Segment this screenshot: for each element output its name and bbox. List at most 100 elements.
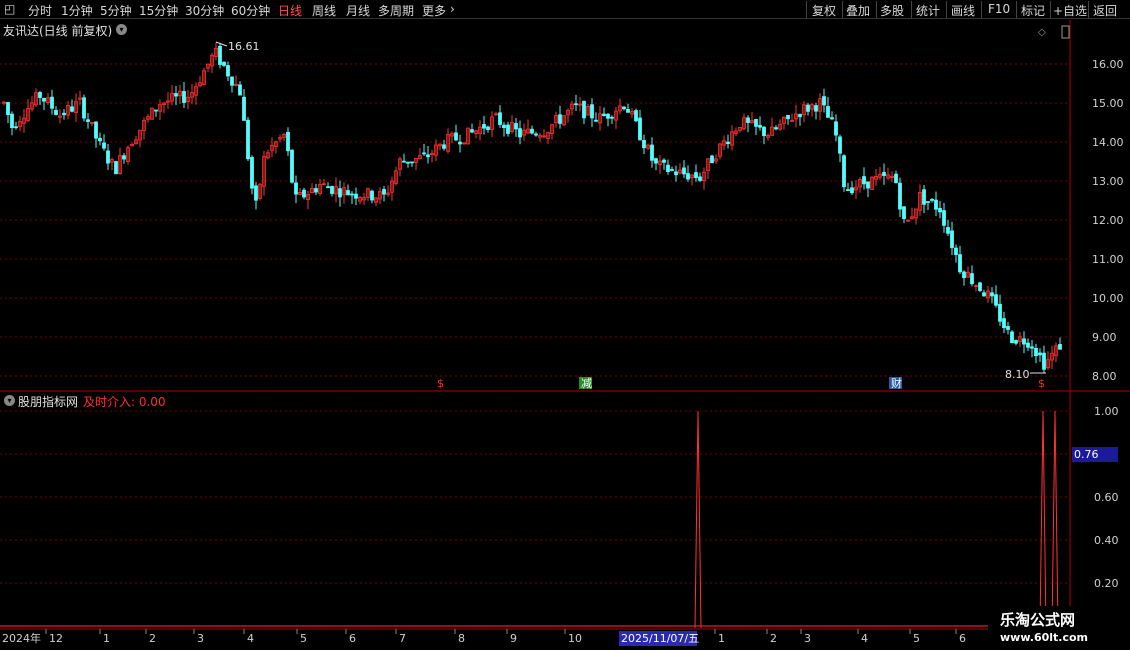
candle bbox=[554, 111, 558, 128]
candle bbox=[850, 181, 854, 195]
candle bbox=[926, 201, 930, 211]
candle bbox=[266, 149, 270, 160]
candle-body bbox=[246, 119, 250, 160]
candle bbox=[758, 116, 762, 131]
high-price-pointer bbox=[215, 41, 228, 47]
candle bbox=[234, 75, 238, 87]
candle bbox=[126, 145, 130, 165]
candle bbox=[1046, 351, 1050, 371]
candle bbox=[438, 143, 442, 151]
candle-body bbox=[1030, 346, 1034, 349]
candle bbox=[370, 189, 374, 204]
candle-body bbox=[842, 155, 846, 188]
candle bbox=[494, 111, 498, 116]
candle bbox=[262, 150, 266, 196]
cursor-date-box: 2025/11/07/五 bbox=[619, 631, 700, 646]
candle bbox=[762, 126, 766, 145]
candle-body bbox=[14, 126, 18, 129]
candle-body bbox=[982, 292, 986, 297]
candle bbox=[714, 154, 718, 164]
candle bbox=[878, 166, 882, 180]
candle bbox=[830, 111, 834, 120]
price-tick-label: 15.00 bbox=[1092, 97, 1124, 110]
candle-body bbox=[942, 210, 946, 226]
candle bbox=[366, 187, 370, 201]
candle-body bbox=[938, 208, 942, 213]
candle bbox=[746, 115, 750, 133]
candle-body bbox=[834, 121, 838, 136]
price-tick-label: 16.00 bbox=[1092, 58, 1124, 71]
candle-body bbox=[998, 303, 1002, 322]
candle-body bbox=[250, 157, 254, 189]
candle bbox=[14, 121, 18, 130]
candle bbox=[146, 114, 150, 123]
candle-body bbox=[314, 188, 318, 193]
candle bbox=[286, 127, 290, 156]
candle-body bbox=[326, 186, 330, 189]
candle-body bbox=[54, 109, 58, 115]
candle-body bbox=[1042, 352, 1046, 370]
candle bbox=[894, 170, 898, 184]
candle bbox=[622, 105, 626, 111]
indicator-tick-label: 1.00 bbox=[1094, 405, 1119, 418]
candle-body bbox=[958, 254, 962, 273]
month-label: 7 bbox=[399, 632, 406, 645]
candle bbox=[978, 281, 982, 293]
candle bbox=[458, 134, 462, 153]
candle-body bbox=[746, 117, 750, 123]
event-marker: $ bbox=[437, 377, 444, 390]
candle-body bbox=[882, 172, 886, 176]
candle-body bbox=[370, 190, 374, 201]
candle-body bbox=[686, 173, 690, 180]
candle bbox=[426, 146, 430, 164]
candle bbox=[526, 119, 530, 134]
candle-body bbox=[86, 119, 90, 123]
candle-body bbox=[354, 193, 358, 199]
indicator-tick-label: 0.60 bbox=[1094, 491, 1119, 504]
candle bbox=[170, 84, 174, 106]
candle bbox=[250, 155, 254, 195]
candle bbox=[902, 206, 906, 224]
candle bbox=[422, 143, 426, 156]
candle bbox=[866, 181, 870, 198]
candle bbox=[454, 124, 458, 141]
price-tick-label: 14.00 bbox=[1092, 136, 1124, 149]
candle-body bbox=[1006, 326, 1010, 330]
chevron-down-icon[interactable]: ▾ bbox=[4, 395, 15, 406]
candle-body bbox=[290, 149, 294, 183]
candle-body bbox=[590, 104, 594, 119]
candle-body bbox=[970, 273, 974, 285]
sub-chart-title: 股朋指标网 bbox=[18, 395, 79, 409]
candle bbox=[594, 112, 598, 122]
indicator-tick-label: 0.20 bbox=[1094, 577, 1119, 590]
candle bbox=[134, 135, 138, 145]
candle bbox=[514, 118, 518, 137]
candle-body bbox=[230, 76, 234, 86]
candle bbox=[522, 123, 526, 141]
kline-chart[interactable]: ◇ 16.0015.0014.0013.0012.0011.0010.009.0… bbox=[0, 0, 1130, 650]
candle bbox=[294, 175, 298, 204]
candle bbox=[790, 113, 794, 123]
candle bbox=[874, 169, 878, 186]
candle bbox=[98, 132, 102, 146]
candle bbox=[398, 156, 402, 177]
candle-body bbox=[238, 84, 242, 96]
candle bbox=[434, 139, 438, 161]
candle bbox=[998, 294, 1002, 326]
candle bbox=[94, 121, 98, 148]
candle bbox=[334, 177, 338, 203]
candle bbox=[162, 101, 166, 114]
candle bbox=[70, 99, 74, 113]
watermark-url: www.60lt.com bbox=[1000, 631, 1089, 644]
candle bbox=[910, 207, 914, 220]
candle bbox=[18, 116, 22, 132]
candle bbox=[190, 83, 194, 105]
high-price-label: 16.61 bbox=[228, 40, 260, 53]
candle-body bbox=[954, 247, 958, 255]
candle bbox=[934, 191, 938, 217]
candle bbox=[418, 148, 422, 160]
month-label: 2 bbox=[149, 632, 156, 645]
candle-body bbox=[42, 97, 46, 102]
indicator-tick-label: 0.40 bbox=[1094, 534, 1119, 547]
month-label: 5 bbox=[300, 632, 307, 645]
